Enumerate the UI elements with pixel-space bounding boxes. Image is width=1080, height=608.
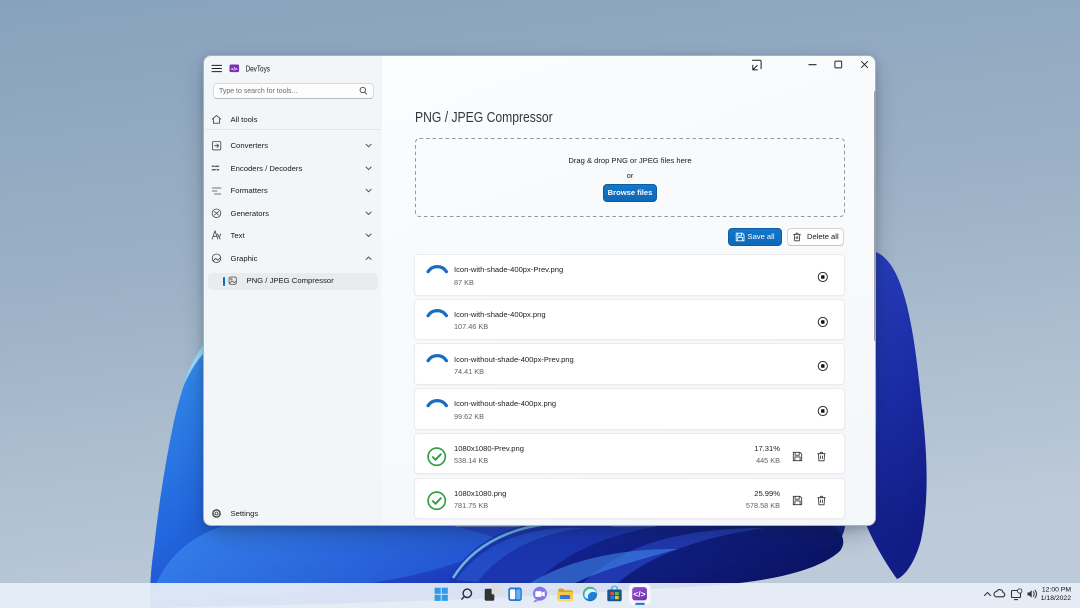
svg-text:DevToys: DevToys	[246, 63, 271, 73]
svg-text:1/18/2022: 1/18/2022	[1041, 595, 1071, 602]
svg-text:</>: </>	[231, 66, 238, 71]
svg-text:</>: </>	[633, 589, 645, 599]
svg-text:12:00 PM: 12:00 PM	[1042, 587, 1071, 594]
